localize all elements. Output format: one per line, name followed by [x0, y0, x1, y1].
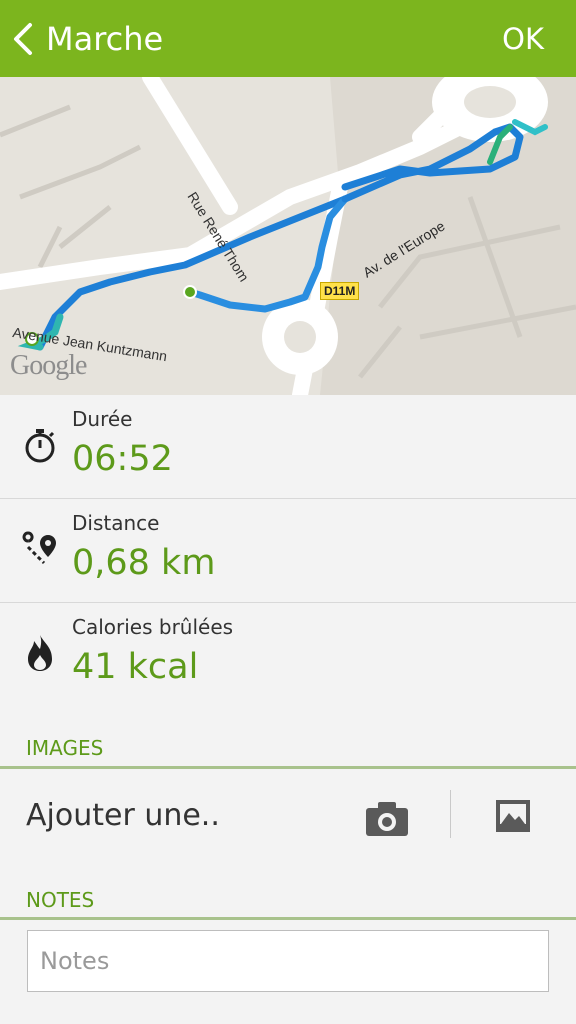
chevron-left-icon[interactable]: [10, 19, 36, 59]
notes-section-divider: [0, 917, 576, 920]
vertical-divider: [450, 790, 451, 838]
add-image-label[interactable]: Ajouter une..: [26, 798, 220, 833]
ok-button[interactable]: OK: [502, 18, 544, 60]
flame-icon: [28, 635, 52, 671]
images-section-title: IMAGES: [26, 736, 104, 760]
route-map[interactable]: Avenue Jean Kuntzmann Rue René Thom Av. …: [0, 77, 576, 395]
route-distance-icon: [22, 531, 56, 565]
duration-value: 06:52: [72, 439, 173, 479]
camera-icon[interactable]: [364, 800, 410, 838]
duration-label: Durée: [72, 407, 133, 431]
images-section-divider: [0, 766, 576, 769]
road-badge: D11M: [320, 282, 360, 300]
calories-row: Calories brûlées 41 kcal: [0, 603, 576, 707]
calories-label: Calories brûlées: [72, 615, 234, 639]
notes-input[interactable]: [27, 930, 549, 992]
page-title: Marche: [46, 20, 164, 58]
gallery-icon[interactable]: [494, 798, 532, 834]
distance-label: Distance: [72, 511, 160, 535]
notes-section-title: NOTES: [26, 888, 95, 912]
calories-value: 41 kcal: [72, 647, 199, 687]
distance-row: Distance 0,68 km: [0, 499, 576, 603]
stopwatch-icon: [25, 429, 55, 463]
map-provider-logo: Google: [10, 350, 87, 381]
app-header: Marche OK: [0, 0, 576, 77]
duration-row: Durée 06:52: [0, 395, 576, 499]
add-image-row: Ajouter une..: [0, 770, 576, 862]
distance-value: 0,68 km: [72, 543, 216, 583]
